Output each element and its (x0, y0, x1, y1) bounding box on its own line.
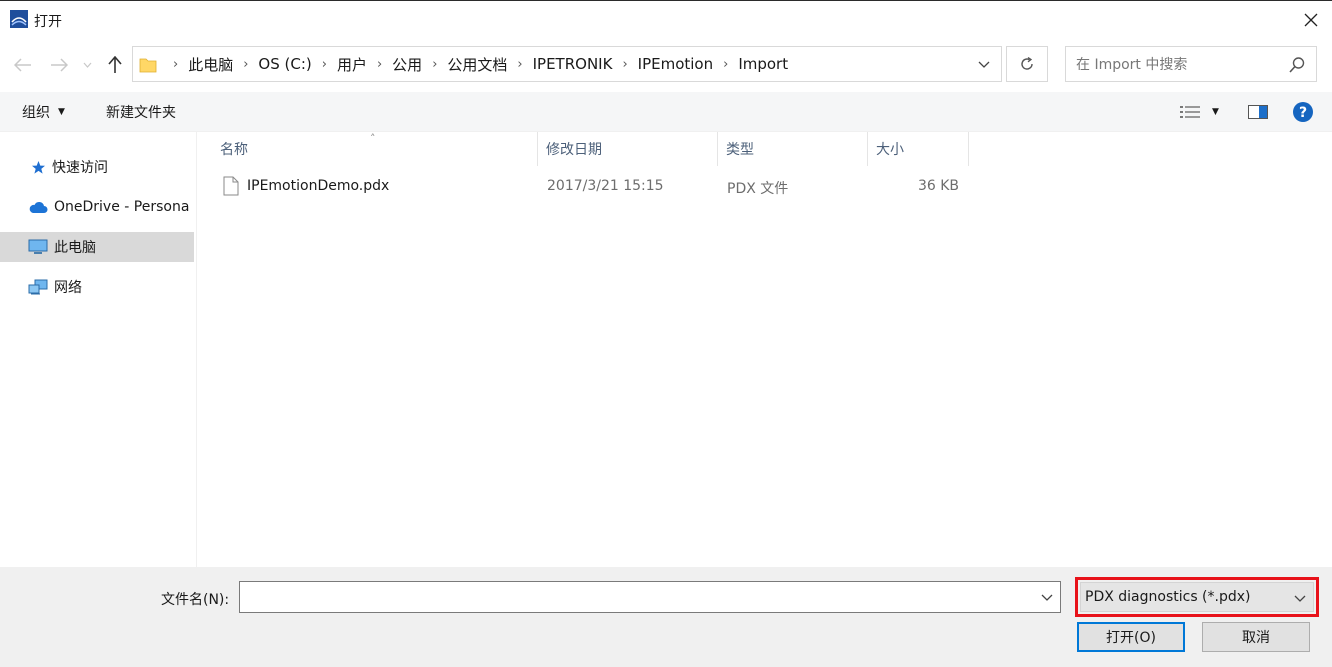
file-type: PDX 文件 (727, 181, 789, 197)
file-type-filter-value: PDX diagnostics (*.pdx) (1085, 589, 1251, 605)
sidebar-item-network[interactable]: 网络 (0, 272, 194, 302)
close-icon (1304, 13, 1318, 27)
arrow-up-icon (108, 56, 122, 73)
address-history-button[interactable] (975, 55, 993, 73)
search-box[interactable] (1065, 46, 1317, 82)
column-header-label: 名称 (220, 142, 248, 158)
computer-icon (28, 239, 48, 255)
forward-button[interactable] (48, 54, 70, 76)
sidebar-item-label: OneDrive - Persona (54, 199, 190, 215)
column-header-size[interactable]: 大小 (868, 132, 969, 166)
arrow-left-icon (14, 58, 31, 72)
file-type-filter-select[interactable]: PDX diagnostics (*.pdx) (1080, 582, 1314, 612)
breadcrumb-item[interactable]: IPETRONIK (533, 55, 613, 73)
breadcrumb-separator[interactable]: › (622, 57, 627, 72)
filter-highlight-box: PDX diagnostics (*.pdx) (1075, 577, 1319, 617)
sidebar-item-onedrive[interactable]: OneDrive - Persona (0, 192, 194, 222)
filename-input[interactable] (244, 587, 1024, 607)
preview-pane-icon (1248, 105, 1268, 119)
open-file-dialog: 打开 › 此电脑 › OS (C:) › 用户 › 公用 › 公用文档 › IP… (0, 0, 1332, 667)
breadcrumb-separator[interactable]: › (517, 57, 522, 72)
title-bar: 打开 (0, 0, 1332, 38)
network-icon (28, 279, 48, 295)
breadcrumb-item[interactable]: OS (C:) (258, 55, 311, 73)
file-icon (223, 176, 239, 196)
breadcrumb-separator[interactable]: › (723, 57, 728, 72)
search-icon[interactable] (1288, 56, 1306, 74)
search-input[interactable] (1076, 55, 1276, 75)
new-folder-label: 新建文件夹 (106, 105, 176, 121)
file-name: IPEmotionDemo.pdx (247, 178, 390, 194)
column-header-label: 修改日期 (546, 142, 602, 158)
sidebar-item-this-pc[interactable]: 此电脑 (0, 232, 194, 262)
close-button[interactable] (1300, 9, 1322, 31)
organize-label: 组织 (22, 105, 50, 121)
window-title: 打开 (34, 14, 62, 30)
filename-label: 文件名(N): (161, 592, 230, 608)
cancel-button[interactable]: 取消 (1202, 622, 1310, 652)
address-bar[interactable]: › 此电脑 › OS (C:) › 用户 › 公用 › 公用文档 › IPETR… (132, 46, 1002, 82)
star-icon (30, 159, 46, 175)
chevron-down-icon (978, 61, 990, 68)
help-icon: ? (1293, 102, 1313, 122)
breadcrumb-item[interactable]: 此电脑 (188, 54, 233, 75)
breadcrumb: › 此电脑 › OS (C:) › 用户 › 公用 › 公用文档 › IPETR… (163, 47, 788, 81)
help-button[interactable]: ? (1293, 102, 1313, 122)
svg-text:?: ? (1299, 105, 1307, 121)
chevron-down-icon (1294, 595, 1306, 602)
sidebar-item-quick-access[interactable]: 快速访问 (0, 152, 194, 182)
cancel-button-label: 取消 (1242, 630, 1270, 646)
change-view-button[interactable]: ▼ (1180, 102, 1219, 122)
breadcrumb-item[interactable]: 公用 (392, 54, 422, 75)
refresh-button[interactable] (1006, 46, 1048, 82)
up-button[interactable] (104, 54, 126, 76)
breadcrumb-separator[interactable]: › (322, 57, 327, 72)
column-header-modified[interactable]: 修改日期 (538, 132, 718, 166)
table-row[interactable]: IPEmotionDemo.pdx 2017/3/21 15:15 PDX 文件… (217, 172, 1177, 202)
column-header-label: 大小 (876, 142, 904, 158)
app-icon (10, 10, 28, 28)
open-button[interactable]: 打开(O) (1077, 622, 1185, 652)
organize-button[interactable]: 组织 ▼ (22, 102, 65, 122)
breadcrumb-separator[interactable]: › (377, 57, 382, 72)
file-size: 36 KB (917, 178, 959, 194)
column-header-label: 类型 (726, 142, 754, 158)
sidebar-item-label: 快速访问 (52, 160, 108, 176)
breadcrumb-item[interactable]: 用户 (337, 54, 367, 75)
breadcrumb-separator[interactable]: › (432, 57, 437, 72)
open-button-label: 打开(O) (1106, 630, 1156, 646)
details-view-icon (1180, 106, 1200, 118)
sidebar-item-label: 此电脑 (54, 240, 96, 256)
navigation-row: › 此电脑 › OS (C:) › 用户 › 公用 › 公用文档 › IPETR… (0, 44, 1332, 84)
breadcrumb-separator: › (173, 56, 179, 72)
sidebar-item-label: 网络 (54, 280, 82, 296)
file-list: ˄ 名称 修改日期 类型 大小 IPEmotionDemo.pdx 2017/3… (197, 132, 1332, 567)
caret-down-icon: ▼ (1212, 107, 1219, 117)
breadcrumb-separator[interactable]: › (243, 57, 248, 72)
breadcrumb-item[interactable]: IPEmotion (638, 55, 713, 73)
refresh-icon (1021, 57, 1033, 70)
column-header-name[interactable]: 名称 (212, 132, 538, 166)
chevron-down-icon (83, 62, 91, 68)
preview-pane-button[interactable] (1248, 102, 1268, 122)
new-folder-button[interactable]: 新建文件夹 (106, 102, 176, 122)
breadcrumb-item[interactable]: 公用文档 (447, 54, 507, 75)
cloud-icon (28, 199, 48, 215)
navigation-pane: 快速访问 OneDrive - Persona 此电脑 网络 (0, 132, 197, 567)
breadcrumb-item[interactable]: Import (738, 55, 788, 73)
bottom-panel: 文件名(N): PDX diagnostics (*.pdx) 打开(O) 取消 (0, 567, 1332, 667)
caret-down-icon: ▼ (58, 107, 65, 117)
file-modified: 2017/3/21 15:15 (547, 178, 664, 194)
back-button[interactable] (12, 54, 34, 76)
filename-combobox[interactable] (239, 581, 1061, 613)
folder-icon (139, 58, 157, 73)
chevron-down-icon[interactable] (1040, 590, 1054, 604)
recent-locations-button[interactable] (80, 54, 94, 76)
arrow-right-icon (51, 58, 68, 72)
column-header-type[interactable]: 类型 (718, 132, 868, 166)
command-toolbar: 组织 ▼ 新建文件夹 ▼ ? (0, 92, 1332, 132)
